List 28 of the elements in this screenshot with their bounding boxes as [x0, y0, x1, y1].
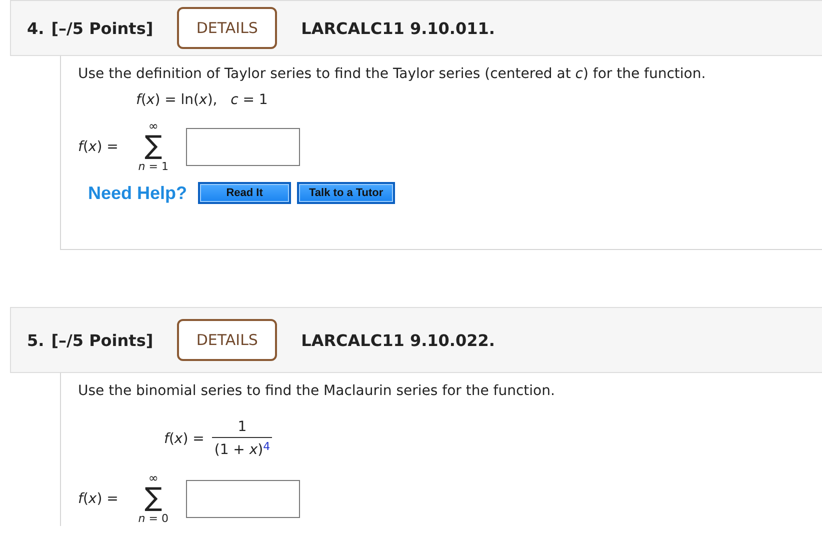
question-code: LARCALC11 9.10.022. [301, 330, 495, 350]
lower-limit: n = 1 [138, 160, 168, 174]
question-prompt: Use the definition of Taylor series to find the Taylor series (centered at c) for the function. [78, 65, 707, 84]
given-equation: f(x) = ln(x), c = 1 [136, 92, 269, 108]
fraction-numerator: 1 [238, 419, 247, 437]
equation-lhs: f(x) = [78, 491, 118, 507]
summation-symbol: ∑ [144, 484, 162, 512]
equation-lhs: f(x) = [78, 139, 118, 155]
details-button[interactable]: DETAILS [177, 7, 278, 49]
summation-symbol: ∑ [144, 132, 162, 160]
points-label: [–/5 Points] [51, 18, 154, 38]
help-button[interactable]: Talk to a Tutor [297, 182, 396, 204]
answer-field[interactable] [186, 480, 300, 518]
question-prompt: Use the binomial series to find the Maclaurin series for the function. [78, 382, 556, 401]
lower-limit: n = 0 [138, 512, 168, 526]
question-code: LARCALC11 9.10.011. [301, 18, 495, 38]
help-button[interactable]: Read It [198, 182, 292, 204]
equation-lhs: f(x) = [164, 430, 204, 446]
upper-limit: ∞ [148, 472, 158, 484]
points-label: [–/5 Points] [51, 330, 154, 350]
question-number: 5. [27, 330, 44, 350]
question-number: 4. [27, 18, 44, 38]
details-button[interactable]: DETAILS [177, 319, 278, 361]
answer-field[interactable] [186, 128, 300, 166]
exponent: 4 [263, 441, 270, 453]
upper-limit: ∞ [148, 120, 158, 132]
need-help-label: Need Help? [88, 182, 188, 204]
fraction-denominator: (1 + x) [214, 442, 264, 458]
